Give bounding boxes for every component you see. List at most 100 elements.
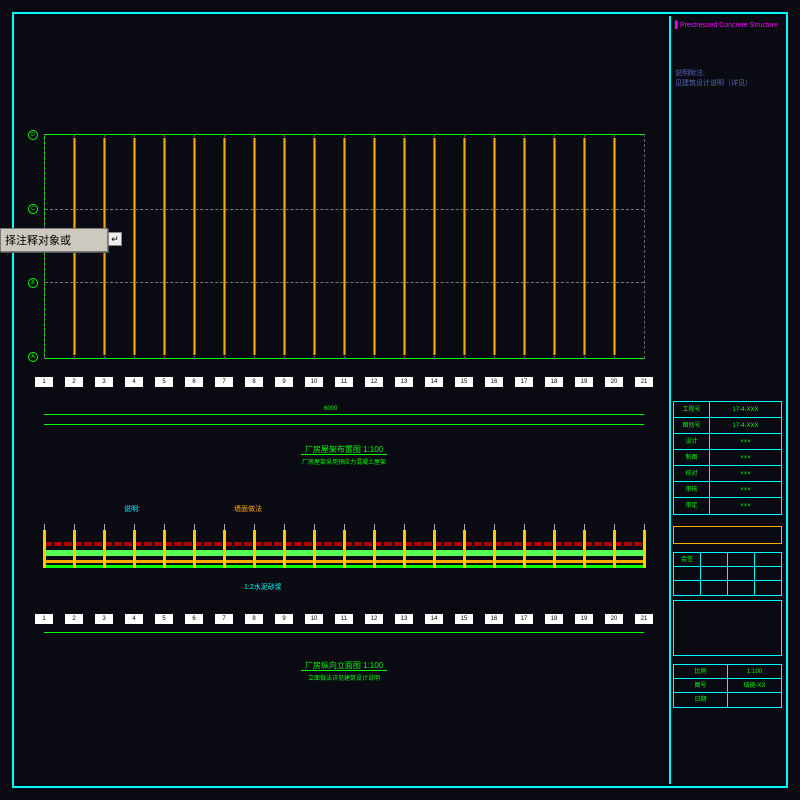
grid-axis-tag: 10 [305, 377, 323, 387]
dim-overall-value: 6000 [324, 406, 337, 412]
roof-truss-beam [463, 138, 466, 355]
elev-column-strip [193, 530, 196, 568]
sig-cell [701, 581, 728, 595]
roof-truss-beam [253, 138, 256, 355]
elev-grid-tag: 14 [425, 614, 443, 624]
grid-axis-tag: 18 [545, 377, 563, 387]
roof-truss-beam [313, 138, 316, 355]
axis-marker-row: D [28, 130, 38, 140]
elev-grid-tag: 5 [155, 614, 173, 624]
tb-k: 设计 [674, 434, 710, 449]
tb-k: 图别号 [674, 418, 710, 433]
sheet-k: 图号 [674, 679, 728, 692]
elev-column-strip [133, 530, 136, 568]
plan-view-title: 厂房屋架布置图 1:100 厂房屋架采用预应力混凝土屋架 [214, 444, 474, 466]
elev-grid-tag: 11 [335, 614, 353, 624]
tb-v: ××× [710, 450, 781, 465]
grid-axis-tag: 17 [515, 377, 533, 387]
grid-axis-tag: 16 [485, 377, 503, 387]
axis-marker-row: C [28, 204, 38, 214]
tb-v: ××× [710, 482, 781, 497]
grid-axis-tag: 11 [335, 377, 353, 387]
elev-grid-tag: 3 [95, 614, 113, 624]
tb-k: 工程号 [674, 402, 710, 417]
elev-column-strip [613, 530, 616, 568]
plan-subtitle: 厂房屋架采用预应力混凝土屋架 [214, 457, 474, 466]
elev-column-strip [223, 530, 226, 568]
elevation-view-title: 厂房纵向立面图 1:100 立面做法详见建筑设计说明 [214, 660, 474, 682]
sheet-v: 1:100 [728, 665, 781, 678]
roof-truss-beam [523, 138, 526, 355]
tb-sheet-info: 比例1:100 图号结施-XX 日期 [673, 664, 782, 708]
sig-cell [755, 581, 781, 595]
elev-column-strip [43, 530, 46, 568]
elev-title-text: 厂房纵向立面图 [305, 661, 361, 670]
sig-cell [728, 553, 755, 566]
tb-k: 制图 [674, 450, 710, 465]
elev-scale: 1:100 [363, 661, 383, 670]
grid-axis-tag: 21 [635, 377, 653, 387]
roof-truss-beam [223, 138, 226, 355]
tb-info-table: 工程号17-4-XXX 图别号17-4-XXX 设计××× 制图××× 校对××… [673, 401, 782, 515]
elev-subtitle: 立面做法详见建筑设计说明 [214, 673, 474, 682]
grid-axis-tag: 6 [185, 377, 203, 387]
plan-gridline [644, 134, 645, 359]
elev-grid-tag: 16 [485, 614, 503, 624]
sig-cell: 会签 [674, 553, 701, 566]
elev-dim-line [44, 632, 644, 633]
elev-grid-tag: 21 [635, 614, 653, 624]
roof-truss-beam [343, 138, 346, 355]
tb-v: 17-4-XXX [710, 402, 781, 417]
roof-truss-beam [493, 138, 496, 355]
elev-column-strip [553, 530, 556, 568]
sig-cell [755, 553, 781, 566]
elev-column-strip [403, 530, 406, 568]
plan-scale: 1:100 [363, 445, 383, 454]
elev-grid-tag: 10 [305, 614, 323, 624]
elev-grid-tag: 17 [515, 614, 533, 624]
axis-marker-row: B [28, 278, 38, 288]
elev-column-strip [463, 530, 466, 568]
sig-cell [674, 567, 701, 580]
sig-cell [755, 567, 781, 580]
grid-axis-tag: 13 [395, 377, 413, 387]
elev-grid-tag: 9 [275, 614, 293, 624]
roof-truss-beam [283, 138, 286, 355]
grid-axis-tag: 20 [605, 377, 623, 387]
grid-axis-tag: 1 [35, 377, 53, 387]
elev-grid-tag: 7 [215, 614, 233, 624]
elev-column-strip [373, 530, 376, 568]
axis-marker-row: A [28, 352, 38, 362]
command-prompt-tooltip[interactable]: 择注释对象或 [0, 228, 108, 252]
prompt-enter-icon[interactable]: ↵ [108, 232, 122, 246]
tb-v: 17-4-XXX [710, 418, 781, 433]
grid-axis-tag: 9 [275, 377, 293, 387]
grid-axis-tag: 12 [365, 377, 383, 387]
elev-grid-tag: 6 [185, 614, 203, 624]
model-space-canvas[interactable]: {"n":20,"x0":30,"w":600,"planTop":120,"p… [14, 14, 669, 784]
elev-column-strip [493, 530, 496, 568]
elev-grid-tag: 12 [365, 614, 383, 624]
tb-notes-label: 说明附注: [675, 68, 780, 78]
grid-axis-tag: 14 [425, 377, 443, 387]
elev-column-strip [313, 530, 316, 568]
roof-truss-beam [373, 138, 376, 355]
tb-k: 校对 [674, 466, 710, 481]
grid-axis-tag: 19 [575, 377, 593, 387]
roof-truss-beam [133, 138, 136, 355]
elev-grid-tag: 4 [125, 614, 143, 624]
roof-truss-beam [403, 138, 406, 355]
roof-truss-beam [433, 138, 436, 355]
command-prompt-text: 择注释对象或 [5, 235, 71, 247]
elev-callout-2: 1:2水泥砂浆 [244, 582, 282, 592]
tb-signature-grid: 会签 [673, 552, 782, 596]
roof-truss-beam [193, 138, 196, 355]
grid-axis-tag: 15 [455, 377, 473, 387]
sig-cell [728, 581, 755, 595]
tb-k: 审定 [674, 498, 710, 514]
sig-cell [701, 553, 728, 566]
elev-column-strip [253, 530, 256, 568]
tb-notes-ref: 见建筑设计说明（详见） [675, 78, 780, 88]
elev-grid-tag: 19 [575, 614, 593, 624]
plan-title-text: 厂房屋架布置图 [305, 445, 361, 454]
